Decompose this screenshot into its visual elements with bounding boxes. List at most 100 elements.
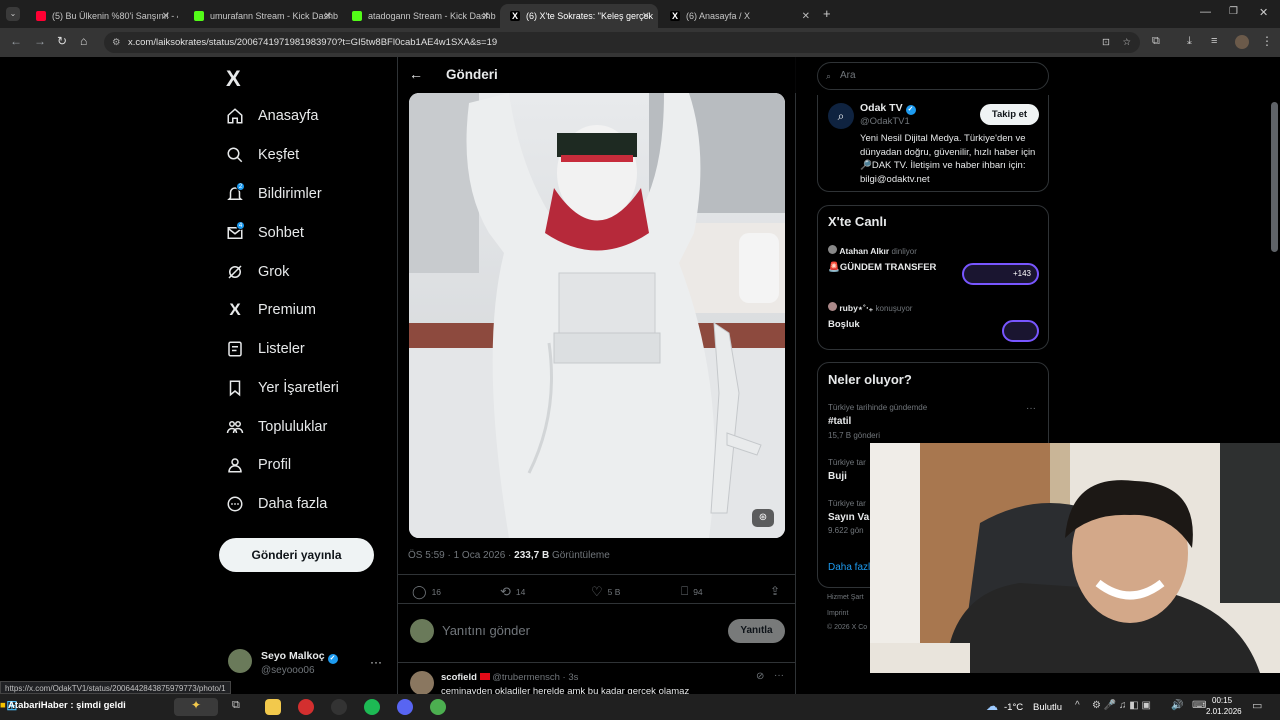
close-icon[interactable]: ✕ [802, 11, 810, 22]
nav-bookmarks[interactable]: Yer İşaretleri [226, 373, 339, 403]
trend-count: 9.622 gön [828, 526, 864, 535]
footer-copyright: © 2026 X Co [827, 624, 868, 631]
bookmark-action[interactable]: ⎕ 94 [681, 584, 703, 599]
back-arrow-icon[interactable]: ← [409, 66, 423, 82]
bookmark-star-icon[interactable]: ☆ [1122, 32, 1131, 53]
nav-communities[interactable]: Topluluklar [226, 412, 327, 442]
tab-list-button[interactable]: ⌄ [6, 7, 20, 21]
nav-messages[interactable]: 4 Sohbet [226, 218, 304, 248]
live-item-host[interactable]: Atahan Alkır dinliyor [828, 245, 917, 256]
extensions-icon[interactable]: ⧉ [1152, 35, 1160, 48]
notification-center-icon[interactable]: ▭ [1252, 699, 1262, 712]
obs-icon[interactable] [331, 699, 347, 715]
weather-desc[interactable]: Bulutlu [1033, 702, 1062, 713]
close-icon[interactable]: ✕ [642, 11, 650, 22]
footer-link[interactable]: Imprint [827, 610, 848, 617]
divider [398, 662, 796, 663]
search-input[interactable]: ⌕ Ara [817, 62, 1049, 90]
widgets-icon[interactable]: ✦ [174, 698, 218, 716]
live-listeners[interactable]: +143 [962, 263, 1039, 285]
downloads-icon[interactable]: ⤓ [1187, 35, 1192, 48]
reply-button[interactable]: Yanıtla [728, 619, 785, 643]
weather-temp[interactable]: -1°C [1004, 702, 1023, 713]
chrome-icon[interactable] [430, 699, 446, 715]
tab-kick-umurafann[interactable]: umurafann Stream - Kick Dashb ✕ [184, 4, 340, 28]
image-edit-icon[interactable]: ⊛ [752, 509, 774, 527]
discord-icon[interactable] [397, 699, 413, 715]
more-icon[interactable]: ··· [774, 670, 784, 681]
tab-kick-atadogann[interactable]: atadogann Stream - Kick Dashb ✕ [342, 4, 498, 28]
browser-toolbar: ← → ↻ ⌂ ⚙ x.com/laiksokrates/status/2006… [0, 28, 1280, 57]
file-explorer-icon[interactable] [265, 699, 281, 715]
spotify-icon[interactable] [364, 699, 380, 715]
profile-name[interactable]: Odak TV ✓ [860, 102, 916, 115]
live-item-title[interactable]: Boşluk [828, 319, 860, 330]
close-icon[interactable]: ✕ [162, 11, 170, 22]
trend-name[interactable]: #tatil [828, 416, 851, 427]
site-info-icon[interactable]: ⚙ [112, 32, 121, 53]
clock-time[interactable]: 00:15 [1212, 696, 1232, 705]
volume-icon[interactable]: 🔊 [1171, 700, 1183, 711]
tab-x-sokrates[interactable]: X (6) X'te Sokrates: "Keleş gerçek ✕ [500, 4, 658, 28]
close-icon[interactable]: ✕ [482, 11, 490, 22]
profile-avatar-icon[interactable] [1235, 35, 1249, 49]
home-browser-icon[interactable]: ⌂ [80, 34, 87, 48]
nav-premium[interactable]: X Premium [226, 295, 316, 325]
nav-home[interactable]: Anasayfa [226, 101, 318, 131]
reply-action[interactable]: ◯ 16 [412, 584, 441, 600]
like-action[interactable]: ♡ 5 B [591, 584, 620, 600]
account-menu-icon[interactable]: ··· [370, 655, 382, 669]
nav-lists[interactable]: Listeler [226, 334, 305, 364]
task-view-icon[interactable]: ⧉ [232, 699, 248, 715]
close-window-button[interactable]: ✕ [1259, 6, 1268, 19]
live-item-title[interactable]: 🚨GÜNDEM TRANSFER [828, 262, 936, 273]
news-icon: ■ [0, 700, 6, 711]
share-action[interactable]: ⇪ [770, 584, 780, 598]
trend-name[interactable]: Buji [828, 471, 847, 482]
reply-input[interactable]: Yanıtını gönder [442, 623, 530, 638]
new-tab-button[interactable]: + [823, 6, 831, 21]
back-icon[interactable]: ← [10, 34, 22, 48]
restore-button[interactable]: ❐ [1229, 6, 1238, 17]
nav-profile[interactable]: Profil [226, 450, 291, 480]
page-scrollbar[interactable] [1271, 102, 1278, 252]
reply-icon: ◯ [412, 584, 427, 599]
live-item-host[interactable]: ruby⋆˚‧₊ konuşuyor [828, 302, 912, 314]
avatar[interactable] [228, 649, 252, 673]
trend-name[interactable]: Sayın Va [828, 512, 869, 523]
clock-date[interactable]: 2.01.2026 [1206, 707, 1242, 716]
opera-icon[interactable] [298, 699, 314, 715]
tray-icons[interactable]: ⚙ 🎤 ♫ ◧ ▣ [1092, 700, 1151, 711]
address-bar[interactable]: ⚙ x.com/laiksokrates/status/200674197198… [104, 32, 1140, 53]
minimize-button[interactable]: — [1200, 6, 1211, 18]
browser-menu-icon[interactable]: ⋮ [1261, 34, 1273, 48]
post-button[interactable]: Gönderi yayınla [219, 538, 374, 572]
avatar[interactable] [410, 671, 434, 694]
tab-x-home[interactable]: X (6) Anasayfa / X ✕ [660, 4, 818, 28]
repost-action[interactable]: ⟲ 14 [500, 584, 525, 600]
trends-show-more[interactable]: Daha fazl [828, 562, 870, 573]
trend-more-icon[interactable]: ··· [1026, 403, 1036, 414]
grok-icon[interactable]: ⊘ [756, 671, 764, 682]
forward-icon[interactable]: → [34, 34, 46, 48]
news-widget[interactable]: ■ AtabariHaber : şimdi geldi [0, 700, 126, 711]
nav-explore[interactable]: Keşfet [226, 140, 299, 170]
nav-more[interactable]: Daha fazla [226, 489, 327, 519]
footer-link[interactable]: Hizmet Şart [827, 594, 864, 601]
live-listeners[interactable] [1002, 320, 1039, 342]
media-control-icon[interactable]: ≡ [1211, 35, 1217, 47]
language-icon[interactable]: ⌨ [1192, 700, 1206, 711]
tab-youtube[interactable]: (5) Bu Ülkenin %80'i Sanşını! - 4 ✕ [26, 4, 178, 28]
close-icon[interactable]: ✕ [324, 11, 332, 22]
follow-button[interactable]: Takip et [980, 104, 1039, 125]
install-icon[interactable]: ⊡ [1102, 32, 1110, 53]
x-logo[interactable]: X [226, 66, 241, 92]
odak-tv-avatar[interactable]: ⌕ [828, 103, 854, 129]
tray-chevron-icon[interactable]: ^ [1075, 700, 1080, 711]
account-name[interactable]: Seyo Malkoç ✓ [261, 650, 338, 664]
nav-notifications[interactable]: 2 Bildirimler [226, 179, 322, 209]
reload-icon[interactable]: ↻ [57, 34, 67, 48]
post-image[interactable]: ⊛ [409, 93, 785, 538]
windows-taskbar: ⊞ ■ AtabariHaber : şimdi geldi ✦ ⧉ ☁ -1°… [0, 694, 1280, 720]
nav-grok[interactable]: Grok [226, 257, 289, 287]
